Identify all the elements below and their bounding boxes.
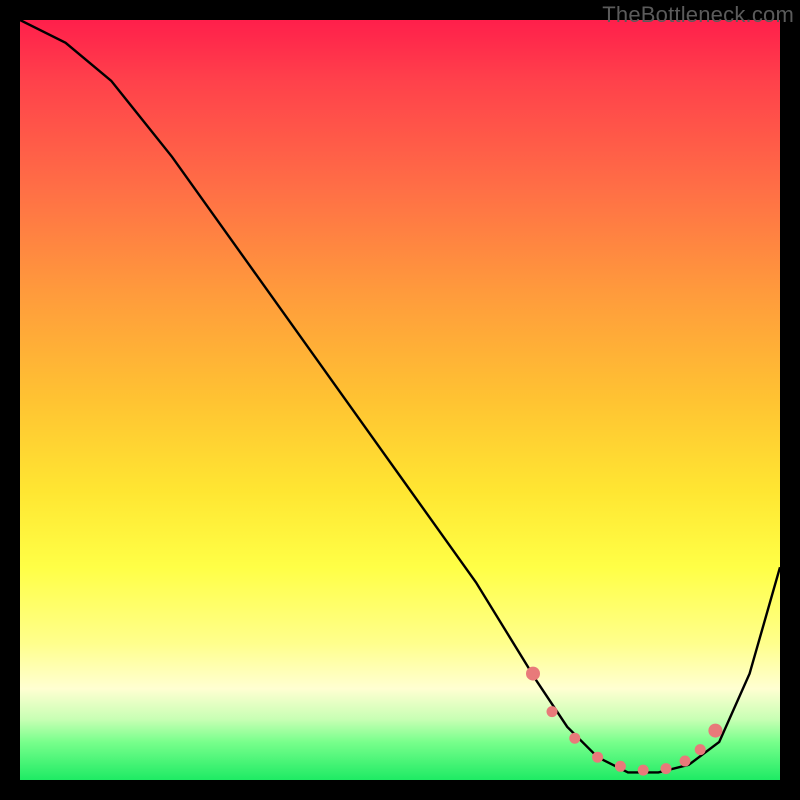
- sweet-spot-dot: [638, 765, 649, 776]
- sweet-spot-dot: [547, 706, 558, 717]
- sweet-spot-dot: [569, 733, 580, 744]
- chart-frame: [20, 20, 780, 780]
- sweet-spot-dot: [615, 761, 626, 772]
- sweet-spot-dot: [695, 744, 706, 755]
- sweet-spot-dot: [592, 752, 603, 763]
- sweet-spot-dot: [661, 763, 672, 774]
- sweet-spot-dot: [708, 724, 722, 738]
- watermark-text: TheBottleneck.com: [602, 2, 794, 28]
- sweet-spot-dot: [526, 667, 540, 681]
- sweet-spot-dots: [526, 667, 722, 776]
- sweet-spot-dot: [680, 756, 691, 767]
- bottleneck-curve: [20, 20, 780, 772]
- chart-overlay: [20, 20, 780, 780]
